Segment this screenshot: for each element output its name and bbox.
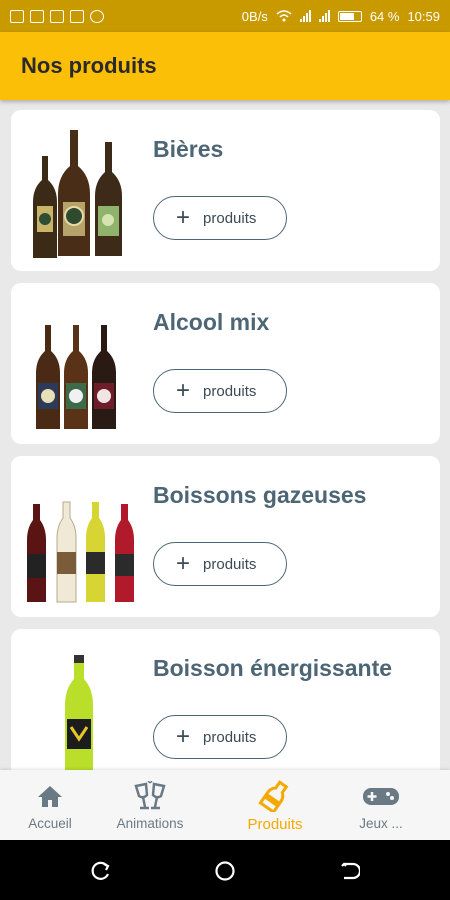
nav-item-jeux[interactable]: Jeux ... (350, 770, 412, 840)
signal-icon (299, 10, 311, 22)
message-notification-icon (30, 9, 44, 23)
home-icon (38, 786, 62, 807)
notification-icons (10, 9, 104, 23)
product-title: Alcool mix (153, 309, 270, 335)
nav-label: Animations (116, 816, 184, 831)
nav-item-animations[interactable]: Animations (104, 770, 196, 840)
image-notification-icon (10, 9, 24, 23)
energy-bottle-image (65, 655, 93, 770)
battery-level: 64 % (369, 8, 400, 24)
add-products-button[interactable]: + produits (153, 715, 287, 759)
bottle-icon (258, 780, 289, 812)
home-button-icon[interactable] (214, 860, 236, 882)
button-label: produits (203, 728, 257, 746)
system-navigation-bar (0, 840, 450, 900)
battery-icon (337, 10, 362, 22)
nav-label: Produits (247, 816, 303, 833)
beer-bottles-image (33, 130, 122, 258)
nav-item-produits[interactable]: Produits (236, 770, 314, 840)
button-label: produits (203, 209, 257, 227)
clock: 10:59 (407, 8, 440, 24)
button-label: produits (203, 382, 257, 400)
product-title: Bières (153, 136, 224, 162)
mix-bottles-image (36, 325, 116, 429)
page-title: Nos produits (21, 53, 157, 78)
network-speed: 0B/s (241, 8, 268, 24)
product-title: Boissons gazeuses (153, 482, 367, 508)
app-notification-icon (90, 9, 104, 23)
gallery-notification-icon (70, 9, 84, 23)
soda-bottles-image (27, 501, 134, 603)
product-title: Boisson énergissante (153, 655, 393, 681)
gamepad-icon (363, 788, 399, 805)
wifi-icon (276, 10, 292, 22)
nav-item-accueil[interactable]: Accueil (14, 770, 86, 840)
product-card-boissons-gazeuses[interactable]: Boissons gazeuses + produits (11, 456, 440, 617)
bottom-navigation: Accueil Animations Produits Jeux ... (0, 770, 450, 840)
product-card-boisson-energissante[interactable]: Boisson énergissante + produits (11, 629, 440, 770)
cheers-icon (134, 781, 166, 810)
status-bar: 0B/s 64 % 10:59 (0, 0, 450, 32)
plus-icon: + (176, 723, 191, 750)
recent-apps-icon[interactable] (90, 860, 112, 882)
product-card-alcool-mix[interactable]: Alcool mix + produits (11, 283, 440, 444)
shield-notification-icon (50, 9, 64, 23)
app-bar: Nos produits (0, 32, 450, 100)
plus-icon: + (176, 550, 191, 577)
add-products-button[interactable]: + produits (153, 196, 287, 240)
plus-icon: + (176, 204, 191, 231)
product-list[interactable]: Bières + produits Alcool mix + produits (0, 110, 450, 770)
add-products-button[interactable]: + produits (153, 542, 287, 586)
plus-icon: + (176, 377, 191, 404)
signal-icon-2 (318, 10, 330, 22)
button-label: produits (203, 555, 257, 573)
back-icon[interactable] (338, 860, 360, 882)
product-card-bieres[interactable]: Bières + produits (11, 110, 440, 271)
add-products-button[interactable]: + produits (153, 369, 287, 413)
nav-label: Jeux ... (359, 816, 403, 831)
nav-label: Accueil (28, 816, 72, 831)
